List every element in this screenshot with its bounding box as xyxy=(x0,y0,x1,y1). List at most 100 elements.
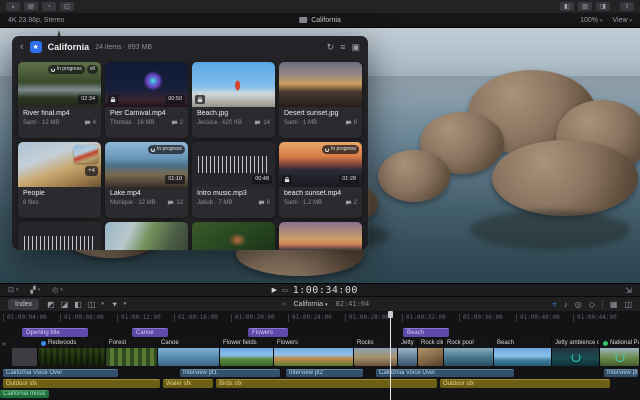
media-card[interactable]: In progress v8 02:34 River final.mp4 Sam… xyxy=(18,62,101,138)
playhead[interactable] xyxy=(390,311,391,400)
media-card[interactable]: 02:01 xyxy=(18,222,101,250)
index-button[interactable]: Index xyxy=(8,299,39,310)
append-edit-button[interactable]: ◧ xyxy=(74,300,82,309)
sync-button[interactable]: ↻ xyxy=(327,43,335,52)
media-card[interactable]: 00:48 Intro music.mp3 Jakub · 7 MB 6 xyxy=(192,142,275,218)
comments-badge[interactable]: 12 xyxy=(167,200,183,206)
in-progress-badge: In progress xyxy=(148,145,185,154)
transform-tool-dropdown[interactable]: ⊡▾ xyxy=(8,286,18,294)
video-clip[interactable]: Rocks xyxy=(354,339,398,366)
media-card[interactable]: +4 People 6 files xyxy=(18,142,101,218)
media-card[interactable]: In progress 01:10 Lake.mp4 Monique · 12 … xyxy=(105,142,188,218)
comments-badge[interactable]: 2 xyxy=(171,120,183,126)
sfx-clip[interactable]: Birds sfx xyxy=(216,379,437,388)
final-cut-window: ⇣ ▤ ◔ ◱ ◧ ▥ ◨ ⇧ 4K 23.98p, Stereo Califo… xyxy=(0,0,640,400)
video-clip[interactable] xyxy=(12,339,38,366)
clip-thumbnail: 05:30 xyxy=(192,222,275,250)
media-card[interactable]: In progress 01:28 beach sunset.mp4 Sami … xyxy=(279,142,362,218)
toggle-inspector-button[interactable]: ◨ xyxy=(596,2,610,11)
play-button[interactable]: ▶ xyxy=(272,286,277,294)
extensions-button[interactable]: ◱ xyxy=(60,2,74,11)
video-clip[interactable]: Rock pool xyxy=(444,339,494,366)
video-clip[interactable]: Beach xyxy=(494,339,552,366)
comment-bubble-icon xyxy=(84,120,91,126)
title-clip[interactable]: Canoe xyxy=(132,328,168,337)
media-browser-panel: ‹ ★ California 24 items · 893 MB ↻ ≡ ▣ I… xyxy=(12,36,368,250)
zoom-dropdown[interactable]: 100% ▾ xyxy=(580,17,602,24)
toggle-browser-button[interactable]: ◧ xyxy=(560,2,574,11)
video-clip[interactable]: Redwoods xyxy=(38,339,106,366)
title-clip[interactable]: Opening title xyxy=(22,328,88,337)
transform-icon: ⊡ xyxy=(8,286,14,294)
video-clip[interactable]: Jetty ambience clip xyxy=(552,339,600,366)
retime-dropdown[interactable]: ◴▾ xyxy=(52,286,63,294)
effects-browser-button[interactable]: ▦ xyxy=(610,300,618,309)
connect-edit-button[interactable]: ◩ xyxy=(47,300,55,309)
blade-icon: ▞ xyxy=(30,286,35,294)
comments-badge[interactable]: 6 xyxy=(345,120,357,126)
video-clip[interactable]: Forest xyxy=(106,339,158,366)
connected-clip[interactable]: California Voice Over xyxy=(3,369,118,377)
duration-badge: 01:28 xyxy=(339,175,359,185)
toggle-timeline-button[interactable]: ▥ xyxy=(578,2,592,11)
comment-bubble-icon xyxy=(254,120,261,126)
playhead-handle[interactable] xyxy=(388,311,393,318)
progress-spinner-icon xyxy=(151,148,155,152)
video-clip[interactable]: Flower fields xyxy=(220,339,274,366)
clip-thumbnail: +4 xyxy=(18,142,101,187)
video-clip[interactable]: Flowers xyxy=(274,339,354,366)
connected-clip[interactable]: Interview pt3 xyxy=(604,369,638,377)
import-button[interactable]: ⇣ xyxy=(6,2,20,11)
music-clip[interactable]: California music xyxy=(0,390,49,398)
duration-badge: 00:48 xyxy=(252,175,272,185)
title-clip[interactable]: Flowers xyxy=(248,328,288,337)
timeline[interactable]: 01:00:04:0001:00:08:0001:00:12:0001:00:1… xyxy=(0,311,640,400)
transitions-browser-button[interactable]: ◫ xyxy=(624,300,632,309)
right-panel-icon: ◨ xyxy=(600,4,606,10)
solo-toggle[interactable]: ◎ xyxy=(575,300,582,309)
fullscreen-button[interactable]: ⇲ xyxy=(625,286,632,295)
sfx-clip[interactable]: Outdoor sfx xyxy=(3,379,160,388)
video-clip[interactable]: National Park xyxy=(600,339,640,366)
media-card[interactable]: 05:10 xyxy=(279,222,362,250)
media-card[interactable] xyxy=(105,222,188,250)
sfx-clip[interactable]: Water sfx xyxy=(163,379,213,388)
lock-icon xyxy=(108,95,118,104)
audio-skimming-toggle[interactable]: ♪ xyxy=(564,300,568,309)
insert-edit-button[interactable]: ◪ xyxy=(61,300,69,309)
duration-badge: 01:10 xyxy=(165,175,185,185)
sfx-clip[interactable]: Outdoor sfx xyxy=(440,379,610,388)
timeline-project-dropdown[interactable]: California ▾ xyxy=(294,301,328,308)
skimming-toggle[interactable]: ≈ xyxy=(552,300,556,309)
comments-badge[interactable]: 4 xyxy=(84,120,96,126)
media-card[interactable]: 00:50 Pier Carnival.mp4 Thomas · 16 MB 2 xyxy=(105,62,188,138)
collection-title: California xyxy=(48,42,90,52)
comments-badge[interactable]: 14 xyxy=(254,120,270,126)
timeline-history-icon[interactable]: « xyxy=(282,301,286,308)
media-card[interactable]: Desert sunset.jpg Sami · 1 MB 6 xyxy=(279,62,362,138)
connected-clip[interactable]: California Voice Over xyxy=(376,369,514,377)
connected-clip[interactable]: Interview pt2 xyxy=(286,369,363,377)
title-clip[interactable]: Beach xyxy=(403,328,449,337)
snapping-toggle[interactable]: ◇ xyxy=(589,300,595,309)
back-button[interactable]: ‹ xyxy=(20,42,24,53)
keywords-button[interactable]: ▤ xyxy=(24,2,38,11)
connected-clip[interactable]: Interview pt1 xyxy=(180,369,280,377)
list-view-button[interactable]: ≡ xyxy=(340,43,345,52)
comments-badge[interactable]: 2 xyxy=(345,200,357,206)
comments-badge[interactable]: 6 xyxy=(258,200,270,206)
video-clip[interactable]: Rock climb xyxy=(418,339,444,366)
trim-tool-dropdown[interactable]: ▞▾ xyxy=(30,286,40,294)
overwrite-edit-button[interactable]: ◫ xyxy=(88,300,96,309)
import-icon: ⇣ xyxy=(10,4,15,10)
media-card[interactable]: 05:30 xyxy=(192,222,275,250)
background-tasks-button[interactable]: ◔ xyxy=(42,2,56,11)
share-button[interactable]: ⇧ xyxy=(620,2,634,11)
video-clip-thumb xyxy=(444,348,493,366)
video-clip[interactable]: Canoe xyxy=(158,339,220,366)
panel-options-button[interactable]: ▣ xyxy=(351,43,360,52)
view-dropdown[interactable]: View ▾ xyxy=(612,17,632,24)
video-clip[interactable]: Jetty xyxy=(398,339,418,366)
tool-selector-dropdown[interactable]: ➤ ▾ xyxy=(112,300,126,308)
media-card[interactable]: Beach.jpg Jessica · 620 KB 14 xyxy=(192,62,275,138)
